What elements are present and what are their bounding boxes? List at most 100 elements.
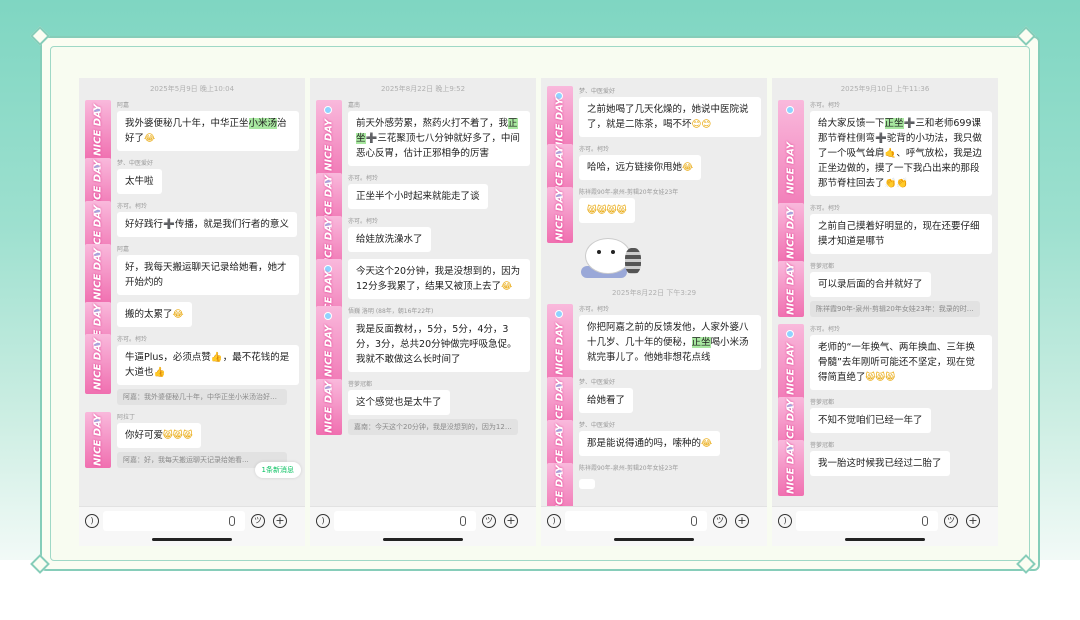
emoji-icon[interactable]: ツ <box>944 514 958 528</box>
avatar-badge-icon <box>324 312 332 320</box>
emoji-icon[interactable]: ツ <box>713 514 727 528</box>
message-bubble[interactable]: 之前她喝了几天化燥的，她说中医院说了，就是二陈茶，喝不坏😊😊 <box>579 97 761 137</box>
message-bubble[interactable]: 搬的太累了😂 <box>117 302 192 327</box>
message-bubble[interactable]: 给她看了 <box>579 388 634 413</box>
chat-message-list[interactable]: 2025年5月9日 晚上10:04 阿嘉 我外婆便秘几十年，中华正坐小米汤治好了😂 N… <box>79 78 305 506</box>
message-bubble[interactable]: 我是反面教材，，5分，5分，4分，3分，3分，总共20分钟做完呼吸急促。我就不敢… <box>348 317 530 372</box>
avatar[interactable]: NICE DAY <box>85 244 111 304</box>
message-bubble[interactable]: 不知不觉咱们已经一年了 <box>810 408 931 433</box>
plus-icon[interactable]: + <box>735 514 749 528</box>
sender-name: 阿嘉 <box>117 246 130 253</box>
message-bubble[interactable]: 你好可爱😸😸😸 <box>117 423 201 448</box>
message-bubble[interactable]: 前天外感劳累，熬药火打不着了，我正坐➕三花聚顶七八分钟就好多了，中间恶心反胃，估… <box>348 111 530 166</box>
message-input[interactable] <box>103 511 245 531</box>
message-bubble[interactable]: 我外婆便秘几十年，中华正坐小米汤治好了😂 <box>117 111 299 151</box>
chat-message: 梦、中医爱好 之前她喝了几天化燥的，她说中医院说了，就是二陈茶，喝不坏😊😊 NICE… <box>547 86 761 161</box>
avatar-label: NICE DAY <box>323 119 335 171</box>
sender-name: 梦、中医爱好 <box>579 422 616 429</box>
avatar-label: NICE DAY <box>785 207 797 259</box>
message-text: 牛逼Plus，必须点赞 <box>125 352 211 363</box>
avatar[interactable]: NICE DAY <box>778 261 804 317</box>
message-text: 这个感觉也是太牛了 <box>356 397 442 408</box>
sender-name: 陈祥霞90年-泉州-剪辑20年女娃23年 <box>579 189 679 196</box>
quoted-reply[interactable]: 阿嘉：我外婆便秘几十年，中华正坐小米汤治好了😂 <box>117 389 287 405</box>
avatar-label: NICE DAY <box>785 442 797 494</box>
message-text: 给她看了 <box>587 395 626 406</box>
message-bubble[interactable]: 好好践行➕传播，就是我们行者的意义 <box>117 212 297 237</box>
message-text: 我是反面教材，，5分，5分，4分，3分，3分，总共20分钟做完呼吸急促。我就不敢… <box>356 324 517 365</box>
voice-icon[interactable]: ) <box>85 514 99 528</box>
chat-message-list[interactable]: 梦、中医爱好 之前她喝了几天化燥的，她说中医院说了，就是二陈茶，喝不坏😊😊 NICE… <box>541 78 767 506</box>
home-indicator <box>383 538 463 541</box>
avatar[interactable]: NICE DAY <box>85 412 111 468</box>
sender-name: 亦可。柯玲 <box>117 336 148 343</box>
mic-icon[interactable] <box>460 516 466 526</box>
avatar[interactable]: NICE DAY <box>778 440 804 496</box>
sender-name: 菩萝冠都 <box>810 442 835 449</box>
mic-icon[interactable] <box>691 516 697 526</box>
plus-icon[interactable]: + <box>504 514 518 528</box>
chat-message: 亦可。柯玲 哈哈，远方链接你甩她😂 NICE DAY <box>547 144 761 200</box>
message-bubble[interactable]: 😸😸😸😸 <box>579 198 635 223</box>
avatar[interactable]: NICE DAY <box>85 334 111 394</box>
plus-icon[interactable]: + <box>273 514 287 528</box>
mic-icon[interactable] <box>229 516 235 526</box>
message-input[interactable] <box>334 511 476 531</box>
message-bubble[interactable]: 这个感觉也是太牛了 <box>348 390 450 415</box>
chat-message-list[interactable]: 2025年9月10日 上午11:36 亦可。柯玲 给大家反馈一下正坐➕三和老师699… <box>772 78 998 506</box>
chat-input-bar: ) ツ + <box>772 506 998 546</box>
message-bubble[interactable]: 之前自己摸着好明显的，现在还要仔细摸才知道是哪节 <box>810 214 992 254</box>
voice-icon[interactable]: ) <box>778 514 792 528</box>
message-bubble[interactable] <box>579 479 595 489</box>
plus-icon[interactable]: + <box>966 514 980 528</box>
message-bubble[interactable]: 牛逼Plus，必须点赞👍，最不花钱的是大道也👍 <box>117 345 299 385</box>
chat-message: 阿拉丁 你好可爱😸😸😸 NICE DAY <box>85 412 299 468</box>
chat-message: 嘉南 前天外感劳累，熬药火打不着了，我正坐➕三花聚顶七八分钟就好多了，中间恶心反胃… <box>316 100 530 190</box>
message-text: 之前自己摸着好明显的，现在还要仔细摸才知道是哪节 <box>818 221 980 247</box>
emoji-icon: 😸😸😸 <box>865 372 896 383</box>
avatar-badge-icon <box>786 106 794 114</box>
message-bubble[interactable]: 老师的“一年换气、两年换血、三年换骨髓”去年刚听可能还不坚定，现在觉得简直绝了😸… <box>810 335 992 390</box>
sender-name: 亦可。柯玲 <box>579 146 610 153</box>
voice-icon[interactable]: ) <box>547 514 561 528</box>
message-bubble[interactable]: 好，我每天搬运聊天记录给她看，她才开始灼的 <box>117 255 299 295</box>
quoted-reply[interactable]: 嘉南：今天这个20分钟，我是没想到的，因为12分多我累了，结果又被顶上去了😂 <box>348 419 518 435</box>
sender-name: 菩萝冠都 <box>810 263 835 270</box>
mic-icon[interactable] <box>922 516 928 526</box>
avatar[interactable]: NICE DAY <box>316 379 342 435</box>
sender-name: 梦、中医爱好 <box>579 379 616 386</box>
message-bubble[interactable]: 今天这个20分钟，我是没想到的，因为12分多我累了，结果又被顶上去了😂 <box>348 259 530 299</box>
message-input[interactable] <box>565 511 707 531</box>
cat-sticker[interactable] <box>581 230 645 280</box>
message-bubble[interactable]: 太牛啦 <box>117 169 162 194</box>
sender-name: 梦、中医爱好 <box>117 160 154 167</box>
message-text: 给大家反馈一下 <box>818 118 885 129</box>
message-bubble[interactable]: 可以录后面的合并就好了 <box>810 272 931 297</box>
message-bubble[interactable]: 给大家反馈一下正坐➕三和老师699课那节脊柱侧弯➕驼背的小功法，我只做了一个吸气… <box>810 111 992 196</box>
message-bubble[interactable]: 我一胎这时候我已经过二胎了 <box>810 451 950 476</box>
message-bubble[interactable]: 那是能说得通的吗，嗦种的😂 <box>579 431 721 456</box>
avatar[interactable]: NICE DAY <box>547 187 573 243</box>
avatar[interactable]: NICE DAY <box>778 203 804 263</box>
quoted-reply[interactable]: 陈祥霞90年-泉州-剪辑20年女娃23年：我录的时间都是相对比较长点😂快要录..… <box>810 301 980 317</box>
message-input[interactable] <box>796 511 938 531</box>
emoji-icon[interactable]: ツ <box>251 514 265 528</box>
message-text: 太牛啦 <box>125 176 154 187</box>
emoji-icon[interactable]: ツ <box>482 514 496 528</box>
new-message-badge[interactable]: 1条新消息 <box>254 462 301 478</box>
highlighted-keyword: 正坐 <box>884 118 904 129</box>
message-text: 之前她喝了几天化燥的，她说中医院说了，就是二陈茶，喝不坏 <box>587 104 749 130</box>
message-bubble[interactable]: 给娃放洗澡水了 <box>348 227 431 252</box>
emoji-icon: 😂 <box>172 309 184 320</box>
sender-name: 陈祥霞90年-泉州-剪辑20年女娃23年 <box>579 465 679 472</box>
message-bubble[interactable]: 你把阿嘉之前的反馈发他，人家外婆八十几岁、几十年的便秘，正坐喝小米汤就完事儿了。… <box>579 315 761 370</box>
avatar[interactable]: NICE DAY <box>547 463 573 506</box>
avatar-badge-icon <box>324 106 332 114</box>
avatar[interactable]: NICE DAY <box>85 100 111 160</box>
message-bubble[interactable]: 哈哈，远方链接你甩她😂 <box>579 155 702 180</box>
message-bubble[interactable]: 正坐半个小时起来就能走了谈 <box>348 184 488 209</box>
chat-message-list[interactable]: 2025年8月22日 晚上9:52 嘉南 前天外感劳累，熬药火打不着了，我正坐➕三花… <box>310 78 536 506</box>
voice-icon[interactable]: ) <box>316 514 330 528</box>
chat-input-bar: ) ツ + <box>79 506 305 546</box>
chat-message: 阿嘉好，我每天搬运聊天记录给她看，她才开始灼的 NICE DAY <box>85 244 299 304</box>
